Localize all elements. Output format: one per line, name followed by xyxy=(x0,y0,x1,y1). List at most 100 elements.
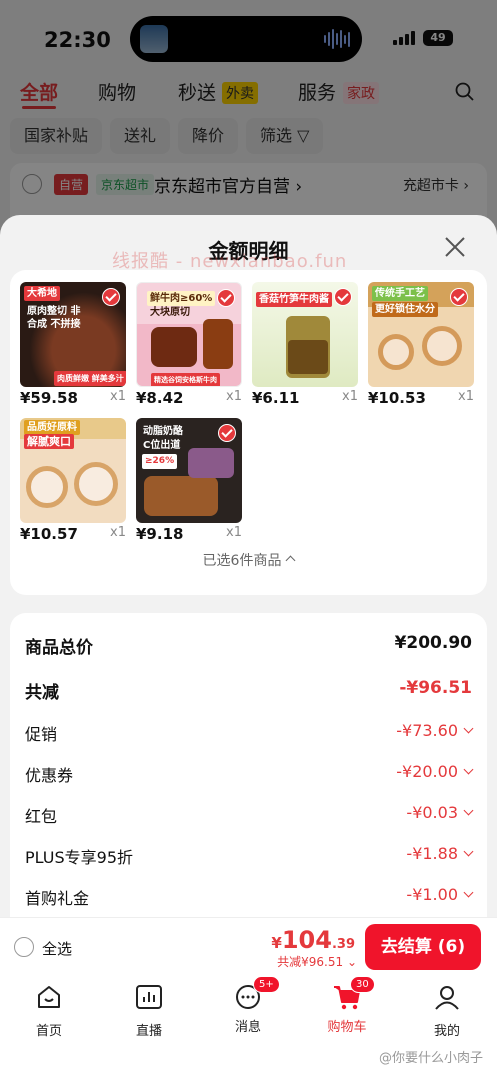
product-image-beef-jerky: 鲜牛肉≥60% 大块原切 精选谷饲安格斯牛肉 xyxy=(136,282,242,387)
chevron-down-icon xyxy=(463,846,474,857)
message-badge: 5+ xyxy=(253,976,280,993)
selected-check-icon xyxy=(218,424,236,442)
weibo-watermark: @你要什么小肉子 xyxy=(378,1051,483,1066)
close-icon[interactable] xyxy=(443,235,467,259)
plus-discount-row[interactable]: PLUS专享95折 -¥1.88 xyxy=(25,844,474,872)
selected-items-card: 大希地 原肉整切 非合成 不拼接 肉质鲜嫩 鲜美多汁 ¥59.58 x1 鲜牛肉… xyxy=(10,270,487,595)
red-packet-row[interactable]: 红包 -¥0.03 xyxy=(25,803,474,831)
total-integer: 104 xyxy=(281,926,332,954)
checkout-button[interactable]: 去结算 (6) xyxy=(365,924,481,970)
select-all-radio[interactable] xyxy=(14,937,34,957)
item-price: ¥8.42 xyxy=(136,389,184,407)
first-purchase-row[interactable]: 首购礼金 -¥1.00 xyxy=(25,885,474,913)
bottom-tabbar: 首页 直播 5+ 消息 30 购物车 我的 @你要什么小肉子 xyxy=(0,974,497,1080)
live-icon xyxy=(136,985,162,1009)
cart-item[interactable]: 香菇竹笋牛肉酱 ¥6.11 x1 xyxy=(252,282,358,412)
item-price: ¥6.11 xyxy=(252,389,300,407)
product-promo-label: 原肉整切 非合成 不拼接 xyxy=(27,306,81,330)
total-discount-label: 共减 xyxy=(25,683,59,703)
selected-check-icon xyxy=(102,288,120,306)
total-currency: ¥ xyxy=(271,934,282,952)
product-image-sausage-roll: 传统手工艺 更好锁住水分 xyxy=(368,282,474,387)
cart-item[interactable]: 传统手工艺 更好锁住水分 ¥10.53 x1 xyxy=(368,282,474,412)
product-subtitle-label: 肉质鲜嫩 鲜美多汁 xyxy=(54,371,126,386)
selected-check-icon xyxy=(450,288,468,306)
checkout-total: ¥104.39 xyxy=(271,926,355,954)
cart-item[interactable]: 鲜牛肉≥60% 大块原切 精选谷饲安格斯牛肉 ¥8.42 x1 xyxy=(136,282,242,412)
coupon-label: 优惠券 xyxy=(25,766,74,785)
plus-discount-value: -¥1.88 xyxy=(406,844,458,863)
cart-item[interactable]: 品质好原料 解腻爽口 ¥10.57 x1 xyxy=(20,418,126,548)
item-quantity: x1 xyxy=(342,389,358,404)
cart-item[interactable]: 大希地 原肉整切 非合成 不拼接 肉质鲜嫩 鲜美多汁 ¥59.58 x1 xyxy=(20,282,126,412)
chevron-up-icon xyxy=(286,555,296,566)
tab-messages[interactable]: 5+ 消息 xyxy=(213,976,283,1035)
product-subtitle-label: ≥26% xyxy=(142,454,178,469)
item-price: ¥59.58 xyxy=(20,389,78,407)
total-price-row: 商品总价 ¥200.90 xyxy=(25,633,472,661)
item-quantity: x1 xyxy=(110,389,126,404)
tab-home-label: 首页 xyxy=(35,1024,62,1039)
tab-messages-label: 消息 xyxy=(234,1020,261,1035)
coupon-value: -¥20.00 xyxy=(396,762,458,781)
selected-count-text: 已选6件商品 xyxy=(202,553,282,569)
profile-icon xyxy=(435,986,459,1010)
item-price: ¥9.18 xyxy=(136,525,184,543)
item-quantity: x1 xyxy=(458,389,474,404)
total-price-value: ¥200.90 xyxy=(394,633,472,653)
price-detail-card: 商品总价 ¥200.90 共减 -¥96.51 促销 -¥73.60 优惠券 -… xyxy=(10,613,487,953)
product-promo-label: 大块原切 xyxy=(150,307,190,318)
item-quantity: x1 xyxy=(226,525,242,540)
product-promo-label: 传统手工艺 xyxy=(372,286,428,301)
product-brand-label: 大希地 xyxy=(24,286,60,301)
watermark: 线报酷 - newxianbao.fun xyxy=(112,251,348,272)
product-promo-label: 动脂奶酪 xyxy=(143,426,183,437)
item-price: ¥10.53 xyxy=(368,389,426,407)
cart-item[interactable]: 动脂奶酪 C位出道 ≥26% ¥9.18 x1 xyxy=(136,418,242,548)
product-image-cheesecake: 动脂奶酪 C位出道 ≥26% xyxy=(136,418,242,523)
total-price-label: 商品总价 xyxy=(25,638,93,658)
total-decimal: .39 xyxy=(331,937,355,952)
first-purchase-label: 首购礼金 xyxy=(25,889,90,908)
red-packet-value: -¥0.03 xyxy=(406,803,458,822)
product-promo-label: 品质好原料 xyxy=(24,420,80,435)
plus-discount-label: PLUS专享95折 xyxy=(25,848,133,867)
chevron-down-icon: ⌄ xyxy=(346,955,357,969)
total-discount-row: 共减 -¥96.51 xyxy=(25,678,472,706)
tab-home[interactable]: 首页 xyxy=(14,982,84,1039)
tab-live-label: 直播 xyxy=(135,1024,162,1039)
item-quantity: x1 xyxy=(110,525,126,540)
promotion-value: -¥73.60 xyxy=(396,721,458,740)
item-quantity: x1 xyxy=(226,389,242,404)
total-discount-value: -¥96.51 xyxy=(399,678,472,698)
selected-check-icon xyxy=(217,289,235,307)
chevron-down-icon xyxy=(463,723,474,734)
product-promo-label: 解腻爽口 xyxy=(24,434,74,449)
tab-cart[interactable]: 30 购物车 xyxy=(312,976,382,1035)
first-purchase-value: -¥1.00 xyxy=(406,885,458,904)
red-packet-label: 红包 xyxy=(25,807,58,826)
chevron-down-icon xyxy=(463,764,474,775)
chevron-down-icon xyxy=(463,887,474,898)
promotion-row[interactable]: 促销 -¥73.60 xyxy=(25,721,474,749)
product-image-beef-sauce: 香菇竹笋牛肉酱 xyxy=(252,282,358,387)
promotion-label: 促销 xyxy=(25,725,58,744)
tab-profile-label: 我的 xyxy=(433,1024,460,1039)
product-promo-label: C位出道 xyxy=(143,440,181,451)
tab-live[interactable]: 直播 xyxy=(114,982,184,1039)
total-discount-toggle[interactable]: 共减¥96.51 ⌄ xyxy=(277,953,357,970)
selected-check-icon xyxy=(334,288,352,306)
tab-profile[interactable]: 我的 xyxy=(412,982,482,1039)
product-subtitle-label: 精选谷饲安格斯牛肉 xyxy=(151,373,220,386)
select-all-label[interactable]: 全选 xyxy=(42,938,72,959)
home-icon xyxy=(38,986,60,1008)
cart-badge: 30 xyxy=(350,976,375,993)
product-promo-label: 更好锁住水分 xyxy=(372,302,438,317)
product-image-sausage-bun: 品质好原料 解腻爽口 xyxy=(20,418,126,523)
chevron-down-icon xyxy=(463,805,474,816)
total-discount-summary: 共减¥96.51 xyxy=(277,955,344,969)
coupon-row[interactable]: 优惠券 -¥20.00 xyxy=(25,762,474,790)
tab-cart-label: 购物车 xyxy=(327,1020,367,1035)
selected-count-toggle[interactable]: 已选6件商品 xyxy=(10,550,487,570)
product-promo-label: 香菇竹笋牛肉酱 xyxy=(256,292,332,307)
